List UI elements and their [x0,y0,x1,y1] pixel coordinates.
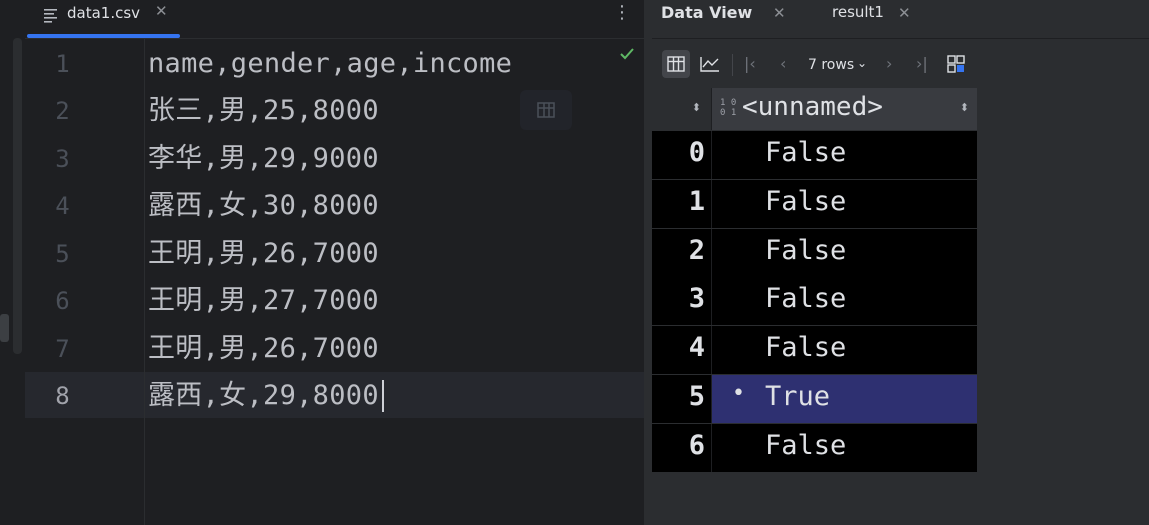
row-index-label: 5 [688,381,705,412]
row-index-label: 1 [688,186,705,217]
row-index: 5 [652,375,712,423]
cell-value: False [765,430,847,461]
first-page-icon[interactable]: |‹ [744,54,756,73]
tab-label: data1.csv [67,4,141,22]
grid-layout-icon [947,55,965,73]
chevron-down-icon[interactable]: ⌄ [857,56,867,70]
scroll-thumb[interactable] [0,314,9,342]
table-row[interactable]: 6 False [652,424,977,473]
last-page-icon[interactable]: ›| [916,54,928,73]
table-icon [667,56,685,72]
left-tool-strip [0,0,25,525]
more-options-icon[interactable]: ⋮ [613,2,631,23]
code-line[interactable]: 王明,男,27,7000 [148,278,379,324]
line-chart-icon [700,57,719,72]
boolean-type-icon: 1 00 1 [720,98,737,118]
line-number: 1 [55,50,70,78]
sort-icon[interactable]: ⬍ [960,101,969,114]
active-tab-indicator [27,34,180,38]
cell-value: False [765,332,847,363]
code-line[interactable]: 张三,男,25,8000 [148,88,379,134]
row-index: 1 [652,180,712,228]
line-number: 6 [55,287,70,315]
table-cell[interactable]: • True [712,375,977,424]
selection-marker: • [732,381,745,406]
table-cell[interactable]: False [712,180,977,229]
code-line[interactable]: 王明,男,26,7000 [148,326,379,372]
grid-empty-area [977,88,1149,525]
code-line[interactable]: 李华,男,29,9000 [148,136,379,182]
row-index-label: 2 [688,235,705,266]
code-line[interactable]: name,gender,age,income [148,41,512,87]
table-cell[interactable]: False [712,131,977,180]
column-header-unnamed[interactable]: 1 00 1 <unnamed> ⬍ [712,88,977,130]
data-view-title[interactable]: Data View [661,3,752,22]
close-icon[interactable]: ✕ [898,4,911,22]
row-index-label: 0 [688,137,705,168]
csv-editor[interactable]: data1.csv ✕ ⋮ 1 2 3 4 5 6 7 8 name,gende… [0,0,644,525]
table-row[interactable]: 1 False [652,180,977,229]
column-name: <unnamed> [742,92,883,122]
data-view-tab-bar: Data View ✕ result1 ✕ [652,0,1149,39]
sort-icon[interactable]: ⬍ [692,101,701,114]
table-cell[interactable]: False [712,326,977,375]
table-row-selected[interactable]: 5 • True [652,375,977,424]
line-number: 2 [55,97,70,125]
table-cell[interactable]: False [712,424,977,473]
text-caret [382,380,384,412]
cell-value: False [765,137,847,168]
close-icon[interactable]: ✕ [155,2,168,20]
table-row[interactable]: 4 False [652,326,977,375]
table-row[interactable]: 3 False [652,277,977,326]
row-index: 2 [652,229,712,277]
table-view-icon[interactable] [520,90,572,130]
gutter-divider [144,39,145,525]
layout-options-button[interactable] [942,50,970,78]
rows-count-dropdown[interactable]: 7 rows [808,57,854,73]
check-icon [619,46,635,62]
close-icon[interactable]: ✕ [773,4,786,22]
data-view-panel: Data View ✕ result1 ✕ |‹ ‹ 7 rows ⌄ › ›| [652,0,1149,525]
tab-data1-csv[interactable]: data1.csv ✕ [25,0,180,38]
editor-tab-bar: data1.csv ✕ ⋮ [25,0,644,39]
table-cell[interactable]: False [712,277,977,326]
row-index: 4 [652,326,712,374]
row-index: 3 [652,277,712,325]
text-file-icon [42,6,60,24]
row-index: 0 [652,131,712,179]
table-row[interactable]: 0 False [652,131,977,180]
cell-value: False [765,235,847,266]
toolbar-separator [732,54,733,76]
cell-value: False [765,283,847,314]
row-index-label: 3 [688,283,705,314]
row-index: 6 [652,424,712,472]
next-page-icon[interactable]: › [886,54,892,73]
table-cell[interactable]: False [712,229,977,278]
code-line-current[interactable]: 露西,女,29,8000 [148,373,379,419]
previous-page-icon[interactable]: ‹ [780,54,786,73]
row-index-label: 4 [688,332,705,363]
code-line[interactable]: 露西,女,30,8000 [148,183,379,229]
line-number: 7 [55,335,70,363]
index-column-header[interactable]: ⬍ [652,88,712,130]
row-index-label: 6 [688,430,705,461]
table-header: ⬍ 1 00 1 <unnamed> ⬍ [652,88,977,130]
cell-value: False [765,186,847,217]
data-view-toolbar: |‹ ‹ 7 rows ⌄ › ›| [652,44,1149,86]
chart-view-button[interactable] [696,50,724,78]
panel-splitter[interactable] [644,0,652,525]
line-number: 4 [55,192,70,220]
table-view-button[interactable] [662,50,690,78]
code-line[interactable]: 王明,男,26,7000 [148,231,379,277]
gutter-scroll-track [13,38,22,354]
table-row[interactable]: 2 False [652,229,977,278]
tab-result1[interactable]: result1 [832,3,884,21]
line-number-current: 8 [55,382,70,410]
line-number: 3 [55,145,70,173]
cell-value: True [765,381,831,412]
line-number: 5 [55,240,70,268]
